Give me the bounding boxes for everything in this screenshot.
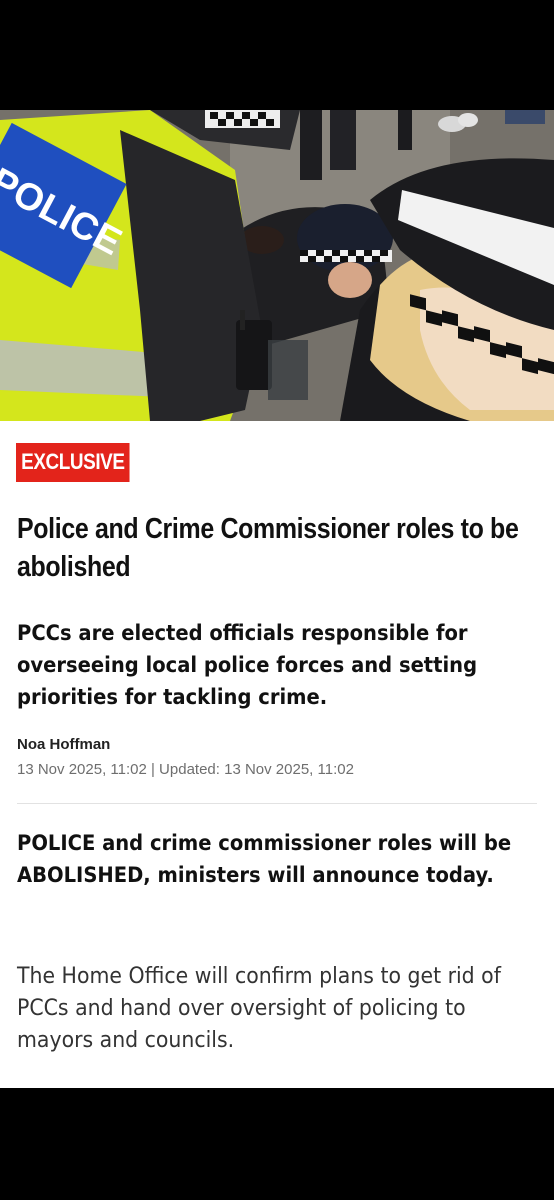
top-black-bar — [0, 0, 554, 110]
author-name[interactable]: Noa Hoffman — [17, 736, 110, 753]
headline: Police and Crime Commissioner roles to b… — [17, 513, 519, 583]
hero-photo-illustration: POLICE — [0, 110, 554, 421]
divider — [17, 803, 537, 804]
hero-image: POLICE — [0, 110, 554, 421]
article: EXCLUSIVE Police and Crime Commissioner … — [0, 421, 554, 1088]
body-paragraph: The Home Office will confirm plans to ge… — [17, 964, 501, 1053]
dateline: 13 Nov 2025, 11:02 | Updated: 13 Nov 202… — [17, 761, 354, 778]
lede-paragraph: POLICE and crime commissioner roles will… — [17, 831, 512, 887]
exclusive-badge: EXCLUSIVE — [16, 443, 130, 482]
bottom-black-bar — [0, 1088, 554, 1200]
standfirst: PCCs are elected officials responsible f… — [17, 621, 478, 709]
